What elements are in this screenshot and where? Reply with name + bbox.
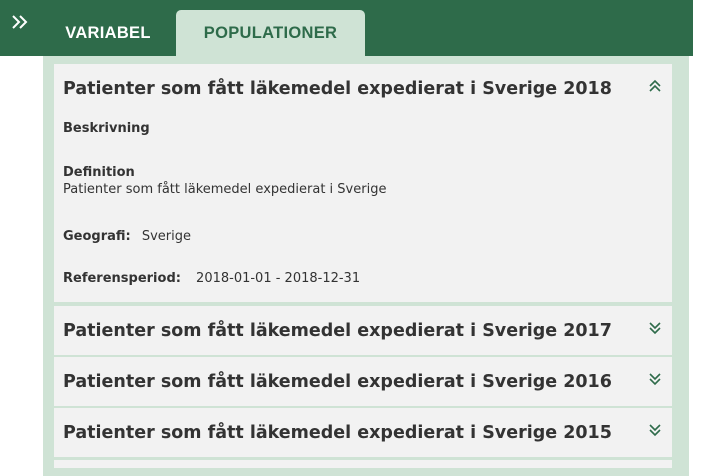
population-item-2016: Patienter som fått läkemedel expedierat … (54, 357, 672, 406)
expand-panel-button[interactable] (0, 0, 40, 56)
tab-populationer[interactable]: POPULATIONER (176, 10, 365, 56)
double-chevron-right-icon (11, 14, 29, 30)
definition-label: Definition (63, 165, 135, 180)
population-title: Patienter som fått läkemedel expedierat … (63, 321, 612, 341)
population-item-2018: Patienter som fått läkemedel expedierat … (54, 64, 672, 302)
population-header-2017[interactable]: Patienter som fått läkemedel expedierat … (54, 306, 672, 357)
population-item-partial (54, 460, 672, 468)
population-header-2018[interactable]: Patienter som fått läkemedel expedierat … (54, 64, 672, 115)
definition-text: Patienter som fått läkemedel expedierat … (63, 182, 387, 197)
population-title: Patienter som fått läkemedel expedierat … (63, 423, 612, 443)
geografi-row: Geografi: Sverige (63, 225, 191, 244)
top-bar: VARIABEL POPULATIONER (0, 0, 693, 56)
population-title: Patienter som fått läkemedel expedierat … (63, 372, 612, 392)
double-chevron-down-icon[interactable] (648, 423, 662, 437)
population-item-2015: Patienter som fått läkemedel expedierat … (54, 408, 672, 457)
double-chevron-up-icon[interactable] (648, 79, 662, 93)
population-header-2016[interactable]: Patienter som fått läkemedel expedierat … (54, 357, 672, 408)
referensperiod-label: Referensperiod: (63, 271, 181, 286)
double-chevron-down-icon[interactable] (648, 372, 662, 386)
beskrivning-label: Beskrivning (63, 121, 150, 136)
population-header-2015[interactable]: Patienter som fått läkemedel expedierat … (54, 408, 672, 459)
tab-variabel[interactable]: VARIABEL (44, 10, 172, 56)
double-chevron-down-icon[interactable] (648, 321, 662, 335)
referensperiod-row: Referensperiod: 2018-01-01 - 2018-12-31 (63, 267, 360, 286)
geografi-value: Sverige (141, 229, 191, 244)
referensperiod-value: 2018-01-01 - 2018-12-31 (196, 271, 361, 286)
population-title: Patienter som fått läkemedel expedierat … (63, 79, 612, 99)
population-item-2017: Patienter som fått läkemedel expedierat … (54, 306, 672, 355)
geografi-label: Geografi: (63, 229, 131, 244)
